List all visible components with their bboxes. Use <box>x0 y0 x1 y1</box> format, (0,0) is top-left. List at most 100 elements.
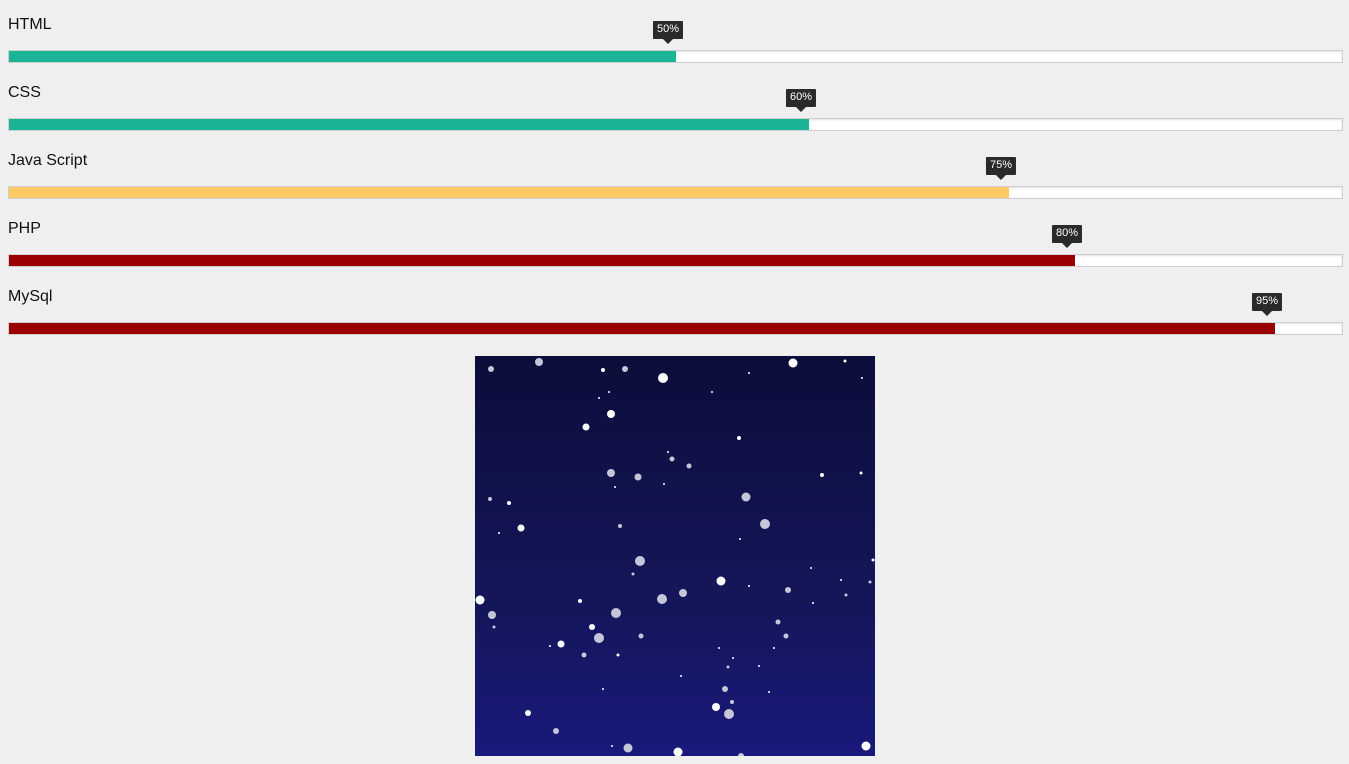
snow-particle <box>741 492 751 502</box>
snow-particle <box>623 743 633 753</box>
snow-particle <box>820 473 824 477</box>
snow-particle <box>598 397 600 399</box>
progress-fill <box>9 255 1075 266</box>
skill-label: CSS <box>8 84 41 101</box>
progress-fill <box>9 323 1275 334</box>
snow-particle <box>549 645 551 647</box>
snow-particle <box>768 691 770 693</box>
snow-particle <box>712 703 720 711</box>
snow-particle <box>488 366 494 372</box>
snow-particle <box>840 579 842 581</box>
snow-particle <box>673 747 683 756</box>
snow-particle <box>488 611 496 619</box>
snow-particle <box>635 556 645 566</box>
snow-particle <box>868 580 872 584</box>
skill-label: MySql <box>8 288 53 305</box>
snow-particle <box>594 633 604 643</box>
snow-particle <box>773 647 775 649</box>
skills-list: HTML 50% CSS 60% Java Script 75% PHP 80%… <box>8 0 1343 340</box>
snow-particle <box>602 688 604 690</box>
snow-particle <box>686 463 692 469</box>
snow-particle <box>722 686 728 692</box>
snow-particle <box>631 572 635 576</box>
progress-fill <box>9 119 809 130</box>
snow-particle <box>658 373 668 383</box>
snow-particle <box>663 483 665 485</box>
snow-particle <box>726 665 730 669</box>
snow-particle <box>553 728 559 734</box>
skill-label: PHP <box>8 220 41 237</box>
snow-particle <box>748 585 750 587</box>
percent-badge: 75% <box>985 157 1017 180</box>
snow-particle <box>785 587 791 593</box>
snow-particle <box>680 675 682 677</box>
snow-particle <box>844 593 848 597</box>
snow-particle <box>679 589 687 597</box>
snow-particle <box>667 451 669 453</box>
night-sky-canvas <box>475 356 875 756</box>
snow-particle <box>657 594 667 604</box>
skill-css: CSS 60% <box>8 68 1343 136</box>
progress-track <box>8 50 1343 63</box>
snow-particle <box>557 640 565 648</box>
snow-particle <box>758 665 760 667</box>
snow-particle <box>748 372 750 374</box>
skill-javascript: Java Script 75% <box>8 136 1343 204</box>
percent-badge: 60% <box>785 89 817 112</box>
skill-php: PHP 80% <box>8 204 1343 272</box>
progress-track <box>8 322 1343 335</box>
snow-particles <box>475 358 875 756</box>
percent-badge: 50% <box>652 21 684 44</box>
snow-particle <box>812 602 814 604</box>
snow-particle <box>611 745 613 747</box>
snow-particle <box>611 608 621 618</box>
snow-particle <box>737 436 741 440</box>
snow-particle <box>589 624 595 630</box>
snow-particle <box>507 501 511 505</box>
snow-particle <box>711 391 713 393</box>
progress-track <box>8 254 1343 267</box>
snow-particle <box>618 524 622 528</box>
snow-particle <box>730 700 734 704</box>
snow-particle <box>608 391 610 393</box>
progress-fill <box>9 187 1009 198</box>
snow-particle <box>525 710 531 716</box>
snow-particle <box>492 625 496 629</box>
snow-particle <box>517 524 525 532</box>
snow-particle <box>732 657 734 659</box>
snow-particle <box>616 653 620 657</box>
snow-particle <box>760 519 770 529</box>
snow-particle <box>861 741 871 751</box>
snow-particle <box>607 469 615 477</box>
progress-fill <box>9 51 676 62</box>
skill-mysql: MySql 95% <box>8 272 1343 340</box>
snow-particle <box>788 358 798 368</box>
percent-badge: 95% <box>1251 293 1283 316</box>
snow-particle <box>638 633 644 639</box>
snow-particle <box>861 377 863 379</box>
snow-particle <box>738 753 744 756</box>
progress-track <box>8 186 1343 199</box>
snow-particle <box>724 709 734 719</box>
snow-particle <box>614 486 616 488</box>
snow-particle <box>871 558 875 562</box>
snow-particle <box>498 532 500 534</box>
snow-particle <box>601 368 605 372</box>
snow-particle <box>581 652 587 658</box>
percent-badge: 80% <box>1051 225 1083 248</box>
snow-particle <box>843 359 847 363</box>
snow-particle <box>607 410 615 418</box>
snow-particle <box>669 456 675 462</box>
snow-particle <box>582 423 590 431</box>
progress-track <box>8 118 1343 131</box>
snow-particle <box>535 358 543 366</box>
skill-label: Java Script <box>8 152 88 169</box>
snow-particle <box>475 595 485 605</box>
snow-particle <box>739 538 741 540</box>
snow-particle <box>634 473 642 481</box>
snow-particle <box>810 567 812 569</box>
snow-particle <box>718 647 720 649</box>
snow-particle <box>488 497 492 501</box>
snow-particle <box>783 633 789 639</box>
skill-label: HTML <box>8 16 52 33</box>
